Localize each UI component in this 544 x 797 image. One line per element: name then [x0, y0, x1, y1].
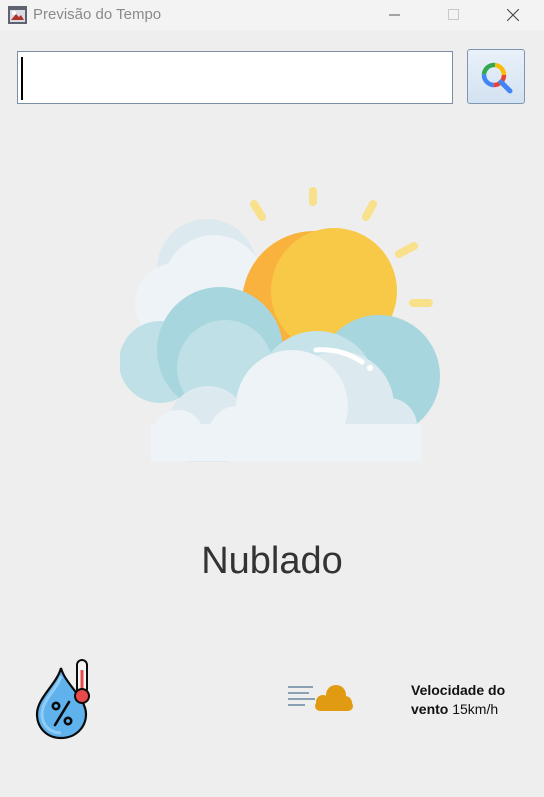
search-icon [481, 62, 513, 94]
wind-cloud-icon [288, 685, 353, 711]
close-icon [507, 9, 519, 21]
minimize-icon [389, 14, 400, 16]
title-bar: Previsão do Tempo [0, 0, 544, 30]
close-button[interactable] [490, 0, 536, 30]
minimize-button[interactable] [372, 0, 418, 30]
wind-value: 15km/h [452, 701, 499, 717]
wind-speed-info: Velocidade do vento 15km/h [411, 681, 531, 719]
maximize-button[interactable] [431, 0, 477, 30]
search-button[interactable] [467, 49, 525, 104]
window-title: Previsão do Tempo [33, 6, 162, 23]
sun-behind-clouds-icon [120, 187, 440, 462]
humidity-drop-thermometer-icon [35, 659, 90, 740]
weather-condition: Nublado [201, 540, 343, 582]
maximize-icon [448, 9, 459, 20]
app-window-icon [8, 6, 27, 24]
search-input[interactable] [17, 51, 453, 104]
text-caret [21, 57, 23, 100]
